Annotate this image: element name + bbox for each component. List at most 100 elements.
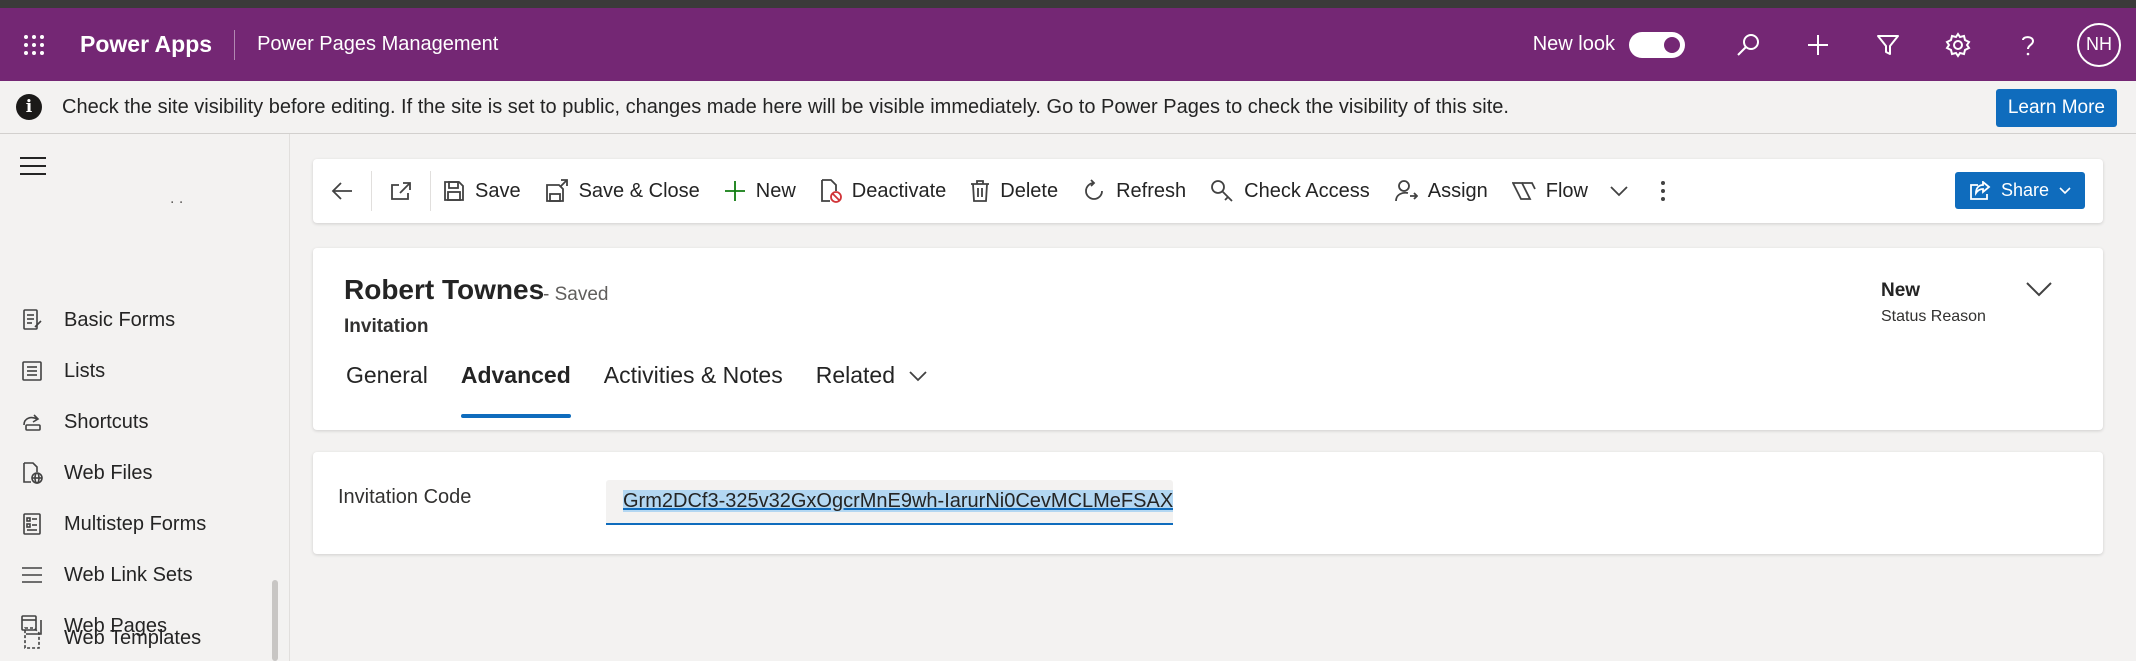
delete-label: Delete	[1000, 179, 1059, 202]
new-look-label: New look	[1532, 33, 1615, 55]
notification-message: Check the site visibility before editing…	[62, 95, 1509, 118]
back-arrow-icon	[331, 182, 352, 200]
save-label: Save	[475, 179, 521, 202]
header-actions: New look NH	[1533, 8, 2136, 81]
save-close-label: Save & Close	[578, 179, 700, 202]
record-save-status: - Saved	[543, 284, 609, 305]
share-icon	[1970, 180, 1991, 200]
window-top-strip	[0, 0, 2136, 8]
new-look-toggle[interactable]	[1629, 31, 1685, 58]
save-close-button[interactable]: Save & Close	[533, 159, 712, 223]
sidebar-item-label: Web Templates	[64, 626, 202, 649]
tab-activities-notes[interactable]: Activities & Notes	[604, 362, 783, 416]
delete-button[interactable]: Delete	[958, 159, 1070, 223]
avatar[interactable]: NH	[2077, 22, 2121, 67]
sidebar-item-web-templates[interactable]: Web Templates	[0, 614, 270, 661]
invitation-code-label: Invitation Code	[338, 486, 472, 508]
assign-icon	[1394, 180, 1418, 202]
save-icon	[444, 181, 464, 201]
sidebar-item-label: Lists	[64, 359, 106, 382]
sidebar-item-lists[interactable]: Lists	[0, 347, 270, 395]
refresh-icon	[1085, 179, 1103, 200]
app-launcher-icon[interactable]	[0, 8, 68, 81]
deactivate-label: Deactivate	[851, 179, 947, 202]
chevron-down-icon	[1610, 186, 1628, 197]
invitation-code-value: Grm2DCf3-325v32GxOgcrMnE9wh-IarurNi0CevM…	[623, 490, 1173, 512]
flow-button[interactable]: Flow	[1500, 159, 1600, 223]
learn-more-button[interactable]: Learn More	[1995, 89, 2117, 127]
sidebar-item-web-files[interactable]: Web Files	[0, 449, 270, 497]
multistep-form-icon	[0, 513, 64, 535]
sidebar-item-shortcuts[interactable]: Shortcuts	[0, 398, 270, 446]
app-header: Power Apps Power Pages Management New lo…	[0, 8, 2136, 81]
refresh-label: Refresh	[1116, 179, 1187, 202]
filter-icon[interactable]	[1853, 8, 1923, 81]
tab-advanced[interactable]: Advanced	[460, 362, 571, 418]
environment-name[interactable]: Power Pages Management	[257, 33, 498, 56]
template-icon	[0, 627, 64, 649]
tab-label: Activities & Notes	[603, 362, 783, 388]
invitation-code-field[interactable]: Grm2DCf3-325v32GxOgcrMnE9wh-IarurNi0CevM…	[606, 480, 1173, 525]
flow-label: Flow	[1545, 179, 1588, 202]
assign-button[interactable]: Assign	[1382, 159, 1500, 223]
command-bar: Save Save & Close New Deactivate Delete …	[313, 159, 2103, 223]
form-icon	[0, 309, 64, 331]
sidebar-item-multistep-forms[interactable]: Multistep Forms	[0, 500, 270, 548]
sidebar-scrollbar[interactable]	[272, 580, 278, 661]
deactivate-button[interactable]: Deactivate	[808, 159, 959, 223]
tab-general[interactable]: General	[346, 362, 428, 416]
deactivate-icon	[820, 179, 842, 203]
record-entity-name: Invitation	[344, 316, 429, 337]
share-label: Share	[2000, 180, 2049, 200]
more-vertical-icon	[1661, 181, 1665, 201]
sidebar-item-label: Web Link Sets	[64, 563, 193, 586]
save-close-icon	[545, 179, 568, 202]
status-reason-value: New	[1881, 280, 1921, 301]
plus-icon[interactable]	[1783, 8, 1853, 81]
assign-label: Assign	[1427, 179, 1488, 202]
record-title: Robert Townes	[344, 274, 545, 305]
check-access-button[interactable]: Check Access	[1198, 159, 1382, 223]
check-access-icon	[1211, 180, 1233, 202]
app-name[interactable]: Power Apps	[80, 31, 212, 58]
info-icon: i	[16, 94, 42, 120]
chevron-down-icon	[2059, 186, 2071, 194]
new-label: New	[755, 179, 796, 202]
search-icon[interactable]	[1713, 8, 1783, 81]
hamburger-menu-icon[interactable]	[20, 156, 46, 181]
main-content: Save Save & Close New Deactivate Delete …	[291, 134, 2136, 661]
tab-label: Advanced	[460, 362, 571, 388]
more-commands-button[interactable]	[1638, 159, 1688, 223]
notification-bar: i Check the site visibility before editi…	[0, 81, 2136, 134]
open-new-window-button[interactable]	[372, 159, 430, 223]
shortcut-icon	[0, 413, 64, 431]
back-button[interactable]	[313, 159, 371, 223]
share-button[interactable]: Share	[1954, 172, 2085, 209]
delete-icon	[971, 180, 990, 202]
gear-icon[interactable]	[1923, 8, 1993, 81]
refresh-button[interactable]: Refresh	[1070, 159, 1198, 223]
sidebar: . . Basic Forms Lists Shortcuts Web File…	[0, 134, 290, 661]
new-button[interactable]: New	[712, 159, 808, 223]
sidebar-item-label: Multistep Forms	[64, 512, 207, 535]
form-tabs: General Advanced Activities & Notes Rela…	[346, 362, 960, 418]
advanced-section: Invitation Code Grm2DCf3-325v32GxOgcrMnE…	[313, 452, 2103, 554]
web-file-icon	[0, 462, 64, 484]
tab-related[interactable]: Related	[816, 362, 927, 416]
save-button[interactable]: Save	[431, 159, 533, 223]
tab-label: General	[346, 362, 428, 388]
sidebar-item-basic-forms[interactable]: Basic Forms	[0, 296, 270, 344]
chevron-down-icon	[909, 371, 927, 382]
flow-dropdown[interactable]	[1600, 159, 1638, 223]
tab-label: Related	[815, 362, 895, 388]
list-icon	[0, 361, 64, 381]
flow-icon	[1511, 182, 1536, 200]
help-icon[interactable]	[1993, 8, 2063, 81]
open-new-window-icon	[391, 182, 411, 200]
sidebar-item-label: Shortcuts	[64, 410, 149, 433]
toggle-knob	[1664, 36, 1680, 53]
sidebar-item-web-link-sets[interactable]: Web Link Sets	[0, 551, 270, 599]
check-access-label: Check Access	[1244, 179, 1370, 202]
header-divider	[234, 29, 236, 60]
header-expand-chevron-icon[interactable]	[2025, 280, 2053, 303]
